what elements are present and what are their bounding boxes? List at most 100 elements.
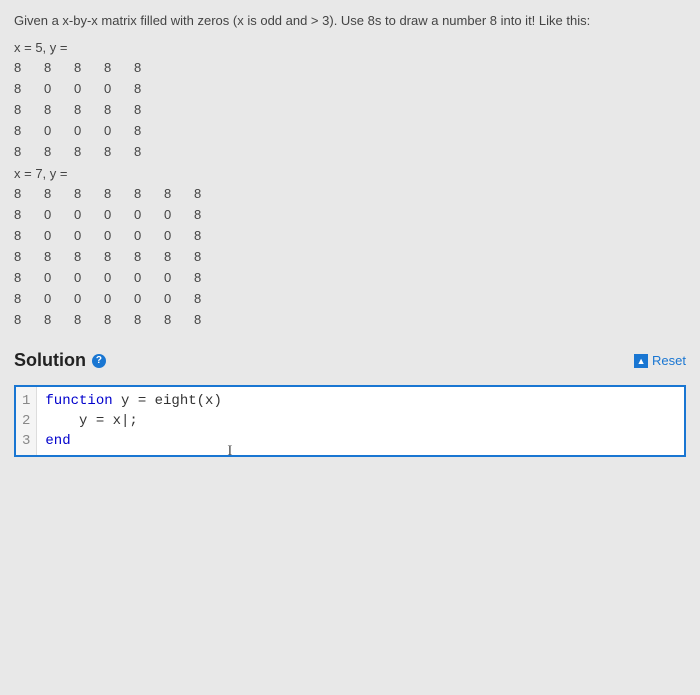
matrix-cell: 8 <box>44 103 74 116</box>
line-number: 1 <box>22 391 30 411</box>
keyword: end <box>45 433 70 449</box>
matrix-cell: 0 <box>134 292 164 305</box>
matrix-cell: 8 <box>74 103 104 116</box>
matrix-cell: 8 <box>134 250 164 263</box>
matrix-cell: 8 <box>44 61 74 74</box>
matrix-row: 8000008 <box>14 208 686 221</box>
solution-header: Solution ? ▲ Reset <box>14 350 686 371</box>
matrix-cell: 8 <box>74 250 104 263</box>
example2-matrix: 8888888800000880000088888888800000880000… <box>14 187 686 326</box>
reset-icon: ▲ <box>634 354 648 368</box>
solution-title-text: Solution <box>14 350 86 371</box>
code-line[interactable]: y = x|; <box>45 411 676 431</box>
matrix-cell: 8 <box>74 61 104 74</box>
matrix-cell: 8 <box>104 313 134 326</box>
matrix-cell: 8 <box>104 187 134 200</box>
matrix-row: 88888 <box>14 103 686 116</box>
code-text: y = eight(x) <box>113 393 222 409</box>
matrix-cell: 0 <box>74 229 104 242</box>
matrix-cell: 0 <box>134 271 164 284</box>
matrix-cell: 0 <box>104 229 134 242</box>
matrix-cell: 8 <box>194 229 224 242</box>
matrix-cell: 8 <box>104 61 134 74</box>
matrix-cell: 8 <box>74 187 104 200</box>
matrix-row: 80008 <box>14 82 686 95</box>
matrix-cell: 8 <box>14 292 44 305</box>
matrix-cell: 0 <box>74 124 104 137</box>
line-number: 2 <box>22 411 30 431</box>
matrix-cell: 8 <box>194 208 224 221</box>
matrix-cell: 8 <box>194 271 224 284</box>
matrix-cell: 0 <box>134 229 164 242</box>
matrix-cell: 8 <box>14 229 44 242</box>
matrix-cell: 0 <box>74 271 104 284</box>
matrix-cell: 8 <box>104 250 134 263</box>
matrix-cell: 8 <box>14 313 44 326</box>
matrix-cell: 0 <box>104 292 134 305</box>
matrix-cell: 0 <box>164 229 194 242</box>
matrix-cell: 0 <box>44 82 74 95</box>
matrix-row: 8888888 <box>14 187 686 200</box>
matrix-cell: 8 <box>164 313 194 326</box>
matrix-cell: 0 <box>104 124 134 137</box>
matrix-cell: 0 <box>164 292 194 305</box>
code-gutter: 123 <box>16 387 37 455</box>
matrix-cell: 0 <box>134 208 164 221</box>
example1-label: x = 5, y = <box>14 40 686 55</box>
matrix-cell: 8 <box>134 313 164 326</box>
help-icon[interactable]: ? <box>92 354 106 368</box>
matrix-row: 8000008 <box>14 292 686 305</box>
matrix-cell: 0 <box>164 271 194 284</box>
matrix-cell: 8 <box>164 187 194 200</box>
matrix-cell: 8 <box>14 61 44 74</box>
matrix-cell: 8 <box>44 145 74 158</box>
code-line[interactable]: end <box>45 431 676 451</box>
matrix-cell: 0 <box>104 271 134 284</box>
code-editor[interactable]: 123 I function y = eight(x) y = x|; end <box>14 385 686 457</box>
matrix-cell: 0 <box>164 208 194 221</box>
text-cursor-icon: I <box>227 443 232 460</box>
matrix-cell: 0 <box>74 292 104 305</box>
matrix-cell: 0 <box>104 208 134 221</box>
matrix-row: 88888 <box>14 145 686 158</box>
matrix-cell: 8 <box>104 145 134 158</box>
matrix-cell: 8 <box>134 145 164 158</box>
matrix-cell: 8 <box>194 313 224 326</box>
matrix-cell: 8 <box>134 124 164 137</box>
problem-description: Given a x-by-x matrix filled with zeros … <box>14 12 686 30</box>
matrix-cell: 0 <box>74 82 104 95</box>
matrix-cell: 0 <box>74 208 104 221</box>
matrix-cell: 8 <box>14 250 44 263</box>
code-line[interactable]: function y = eight(x) <box>45 391 676 411</box>
example1-matrix: 8888880008888888000888888 <box>14 61 686 158</box>
reset-button[interactable]: ▲ Reset <box>634 353 686 368</box>
line-number: 3 <box>22 431 30 451</box>
solution-title: Solution ? <box>14 350 106 371</box>
matrix-cell: 8 <box>44 187 74 200</box>
matrix-row: 8000008 <box>14 229 686 242</box>
reset-label: Reset <box>652 353 686 368</box>
matrix-cell: 8 <box>14 208 44 221</box>
matrix-cell: 8 <box>14 103 44 116</box>
matrix-cell: 8 <box>104 103 134 116</box>
matrix-cell: 0 <box>44 208 74 221</box>
matrix-cell: 0 <box>44 124 74 137</box>
matrix-cell: 8 <box>44 250 74 263</box>
matrix-row: 8888888 <box>14 250 686 263</box>
matrix-cell: 8 <box>74 145 104 158</box>
matrix-cell: 8 <box>134 61 164 74</box>
matrix-cell: 0 <box>44 271 74 284</box>
matrix-cell: 8 <box>44 313 74 326</box>
code-content[interactable]: I function y = eight(x) y = x|;end <box>37 387 684 455</box>
matrix-cell: 8 <box>14 145 44 158</box>
matrix-row: 8000008 <box>14 271 686 284</box>
matrix-cell: 8 <box>164 250 194 263</box>
matrix-row: 88888 <box>14 61 686 74</box>
matrix-cell: 8 <box>14 271 44 284</box>
matrix-cell: 8 <box>134 187 164 200</box>
matrix-cell: 8 <box>194 250 224 263</box>
matrix-row: 80008 <box>14 124 686 137</box>
matrix-cell: 8 <box>14 124 44 137</box>
matrix-cell: 0 <box>44 229 74 242</box>
matrix-cell: 8 <box>74 313 104 326</box>
